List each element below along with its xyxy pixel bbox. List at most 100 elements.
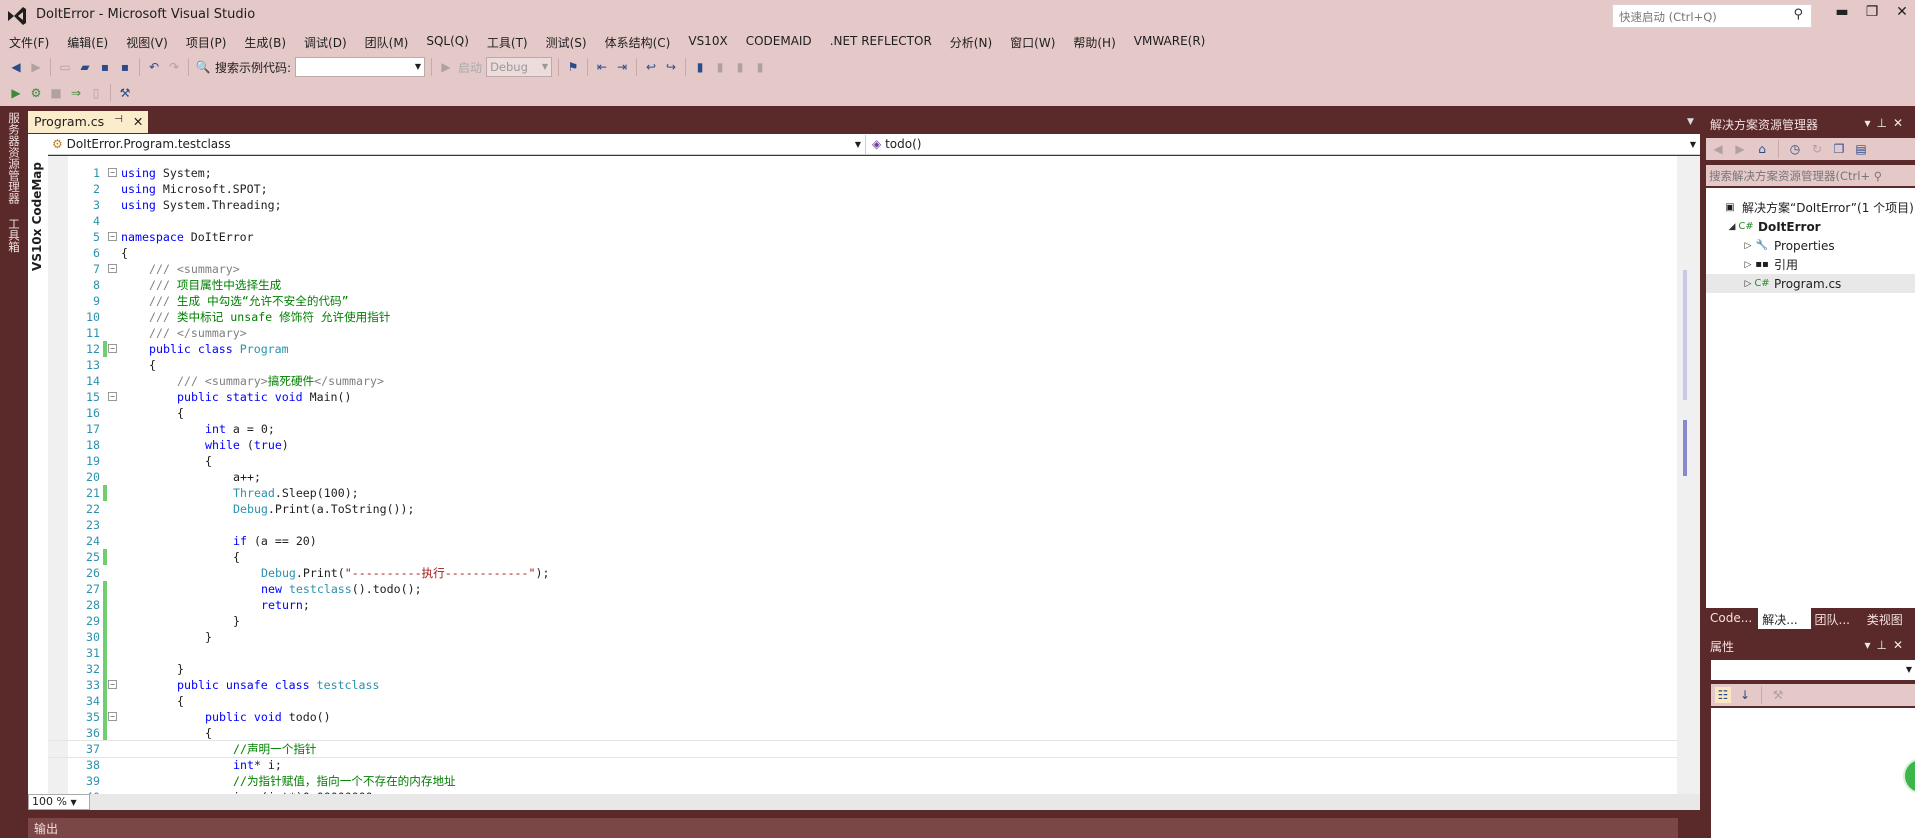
tree-item[interactable]: ▷ 🔧 Properties [1706, 236, 1915, 255]
code-line[interactable]: 14 /// <summary>搞死硬件</summary> [48, 373, 1678, 389]
close-icon[interactable]: ✕ [1893, 116, 1909, 130]
horizontal-scrollbar[interactable] [28, 794, 1700, 810]
tab-overflow-icon[interactable]: ▼ [1687, 117, 1694, 127]
code-line[interactable]: 30} [48, 629, 1678, 645]
show-all-files-icon[interactable]: ▤ [1853, 141, 1869, 157]
solution-explorer-search[interactable]: 搜索解决方案资源管理器(Ctrl+ ⚲ [1706, 165, 1915, 186]
code-line[interactable]: 8 /// 项目属性中选择生成 [48, 277, 1678, 293]
menu-item[interactable]: 编辑(E) [58, 32, 117, 52]
save-icon[interactable]: ▪ [97, 59, 113, 75]
code-line[interactable]: 6{ [48, 245, 1678, 261]
code-line[interactable]: 18 while (true) [48, 437, 1678, 453]
code-editor[interactable]: 1− using System; 2 using Microsoft.SPOT; 3 us… [48, 156, 1678, 794]
code-line[interactable]: 37 //声明一个指针 [48, 740, 1678, 758]
code-line[interactable]: 10 /// 类中标记 unsafe 修饰符 允许使用指针 [48, 309, 1678, 325]
comment-icon[interactable]: ↩ [643, 59, 659, 75]
tree-item[interactable]: ◢ C# DoItError [1706, 217, 1915, 236]
code-line[interactable]: 1− using System; [48, 165, 1678, 181]
code-line[interactable]: 24 if (a == 20) [48, 533, 1678, 549]
menu-item[interactable]: 窗口(W) [1001, 32, 1064, 52]
code-line[interactable]: 20 a++; [48, 469, 1678, 485]
dropdown-icon[interactable]: ▾ [1864, 116, 1876, 130]
categorized-icon[interactable]: ☷ [1715, 687, 1731, 703]
close-icon[interactable]: ✕ [1893, 638, 1909, 652]
panel-tab[interactable]: Code... [1706, 608, 1758, 629]
collapse-icon[interactable]: − [108, 232, 117, 241]
start-icon[interactable]: ▶ [438, 59, 454, 75]
code-line[interactable]: 31 [48, 645, 1678, 661]
undo-icon[interactable]: ↶ [146, 59, 162, 75]
alphabetical-icon[interactable]: ↓ [1737, 687, 1753, 703]
code-line[interactable]: 16 { [48, 405, 1678, 421]
expander-icon[interactable]: ▷ [1742, 241, 1754, 251]
menu-item[interactable]: 项目(P) [177, 32, 236, 52]
menu-item[interactable]: CODEMAID [737, 32, 821, 52]
menu-item[interactable]: SQL(Q) [417, 32, 478, 52]
code-line[interactable]: 29} [48, 613, 1678, 629]
code-line[interactable]: 23 [48, 517, 1678, 533]
code-line[interactable]: 21 Thread.Sleep(100); [48, 485, 1678, 501]
expander-icon[interactable]: ▷ [1742, 279, 1754, 289]
server-explorer-tab[interactable]: 服务器资源管理器 [6, 112, 22, 204]
code-line[interactable]: 39 //为指针赋值，指向一个不存在的内存地址 [48, 773, 1678, 789]
settings-icon[interactable]: ⚒ [117, 85, 133, 101]
menu-item[interactable]: 帮助(H) [1064, 32, 1124, 52]
search-samples-combo[interactable]: ▼ [295, 57, 426, 77]
code-line[interactable]: 5− namespace DoItError [48, 229, 1678, 245]
outdent-icon[interactable]: ⇥ [614, 59, 630, 75]
panel-tab[interactable]: 解决... [1758, 608, 1811, 629]
restore-button[interactable]: ❐ [1862, 4, 1882, 20]
property-pages-icon[interactable]: ⚒ [1770, 687, 1786, 703]
tree-item[interactable]: ▷ ▪▪ 引用 [1706, 255, 1915, 274]
code-line[interactable]: 27 new testclass().todo(); [48, 581, 1678, 597]
code-line[interactable]: 7− /// <summary> [48, 261, 1678, 277]
back-icon[interactable]: ◀ [1710, 141, 1726, 157]
collapse-icon[interactable]: − [108, 168, 117, 177]
tree-item[interactable]: ▣ 解决方案“DoItError”(1 个项目) [1706, 198, 1915, 217]
menu-item[interactable]: 工具(T) [478, 32, 537, 52]
new-project-icon[interactable]: ▭ [57, 59, 73, 75]
collapse-icon[interactable]: − [108, 392, 117, 401]
code-line[interactable]: 9 /// 生成 中勾选“允许不安全的代码” [48, 293, 1678, 309]
collapse-icon[interactable]: − [108, 344, 117, 353]
indent-icon[interactable]: ⇤ [594, 59, 610, 75]
save-all-icon[interactable]: ▪ [117, 59, 133, 75]
menu-item[interactable]: 测试(S) [537, 32, 596, 52]
close-tab-icon[interactable]: ✕ [133, 114, 143, 130]
code-line[interactable]: 25 { [48, 549, 1678, 565]
configuration-combo[interactable]: Debug ▼ [486, 57, 553, 77]
search-icon[interactable]: ⚲ [1874, 169, 1882, 183]
code-line[interactable]: 22 Debug.Print(a.ToString()); [48, 501, 1678, 517]
tree-item[interactable]: ▷ C# Program.cs [1706, 274, 1915, 293]
search-icon[interactable]: ⚲ [1793, 7, 1803, 22]
refresh-icon[interactable]: ↻ [1809, 141, 1825, 157]
dropdown-icon[interactable]: ▾ [1864, 638, 1876, 652]
uncomment-icon[interactable]: ↪ [663, 59, 679, 75]
redo-icon[interactable]: ↷ [166, 59, 182, 75]
close-button[interactable]: ✕ [1892, 4, 1912, 20]
code-line[interactable]: 2 using Microsoft.SPOT; [48, 181, 1678, 197]
menu-item[interactable]: 文件(F) [0, 32, 58, 52]
forward-icon[interactable]: ▶ [1732, 141, 1748, 157]
menu-item[interactable]: 分析(N) [941, 32, 1001, 52]
code-line[interactable]: 33− public unsafe class testclass [48, 677, 1678, 693]
clear-bookmarks-icon[interactable]: ▮ [752, 59, 768, 75]
start-button[interactable]: 启动 [458, 59, 482, 76]
code-line[interactable]: 36 { [48, 725, 1678, 741]
code-line[interactable]: 28 return; [48, 597, 1678, 613]
minimize-button[interactable]: ▬ [1832, 4, 1852, 20]
forward-icon[interactable]: ▶ [28, 59, 44, 75]
back-icon[interactable]: ◀ [8, 59, 24, 75]
collapse-icon[interactable]: − [108, 680, 117, 689]
member-dropdown[interactable]: ◈ todo() ▼ [866, 135, 1700, 154]
vertical-scrollbar[interactable] [1677, 156, 1700, 794]
panel-tab[interactable]: 类视图 [1863, 608, 1915, 629]
codemap-panel[interactable]: VS10x CodeMap [28, 134, 48, 794]
toolbox-tab[interactable]: 工具箱 [6, 218, 22, 253]
code-line[interactable]: 3 using System.Threading; [48, 197, 1678, 213]
code-line[interactable]: 34 { [48, 693, 1678, 709]
home-icon[interactable]: ⌂ [1754, 141, 1770, 157]
code-line[interactable]: 4 [48, 213, 1678, 229]
code-line[interactable]: 12− public class Program [48, 341, 1678, 357]
tab-program-cs[interactable]: Program.cs ⊣ ✕ [28, 111, 148, 133]
